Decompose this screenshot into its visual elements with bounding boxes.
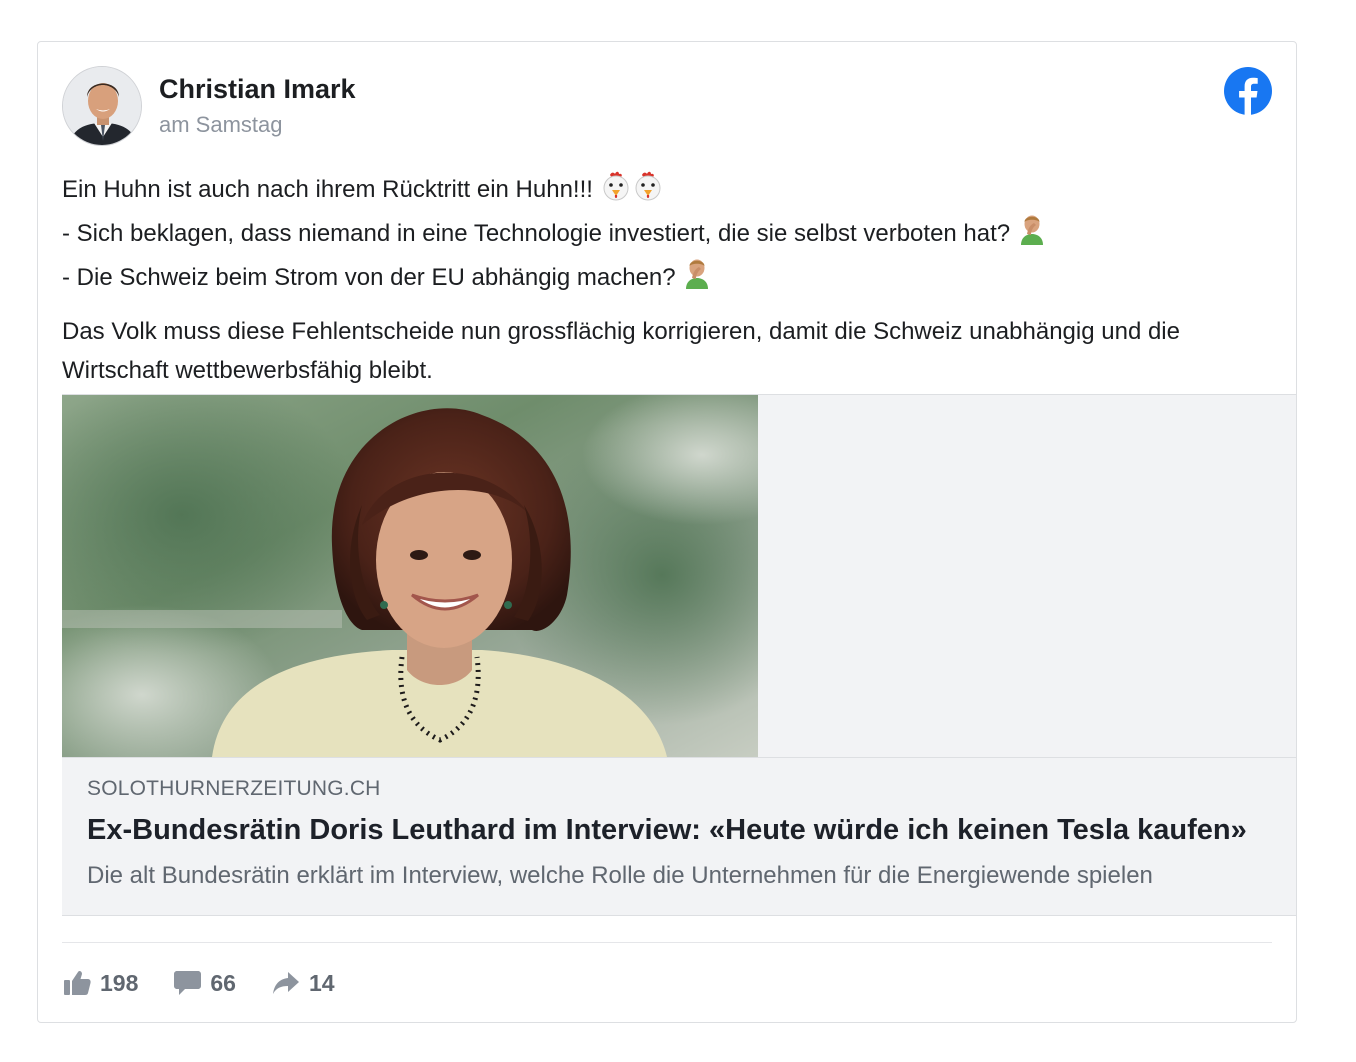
facebook-post-card: Christian Imark am Samstag Ein Huhn ist … <box>37 41 1297 1023</box>
post-line-3-text: - Die Schweiz beim Strom von der EU abhä… <box>62 264 676 291</box>
chicken-emoji-icon <box>600 171 632 213</box>
post-line-3: - Die Schweiz beim Strom von der EU abhä… <box>62 257 1274 301</box>
chicken-emoji-icon <box>632 171 664 213</box>
post-header: Christian Imark am Samstag <box>62 66 1272 148</box>
post-stats: 198 66 14 <box>63 965 371 1001</box>
portrait-photo <box>62 395 758 757</box>
avatar[interactable] <box>62 66 142 146</box>
link-domain: SOLOTHURNERZEITUNG.CH <box>87 777 381 800</box>
post-line-2-text: - Sich beklagen, dass niemand in eine Te… <box>62 220 1011 247</box>
author-name[interactable]: Christian Imark <box>159 74 356 105</box>
post-line-1-text: Ein Huhn ist auch nach ihrem Rücktritt e… <box>62 176 593 203</box>
share-count: 14 <box>308 969 335 996</box>
link-preview-meta[interactable]: SOLOTHURNERZEITUNG.CH Ex-Bundesrätin Dor… <box>62 757 1296 915</box>
like-button[interactable]: 198 <box>63 970 138 997</box>
post-line-1: Ein Huhn ist auch nach ihrem Rücktritt e… <box>62 170 1274 213</box>
link-headline[interactable]: Ex-Bundesrätin Doris Leuthard im Intervi… <box>87 814 1272 847</box>
facebook-logo-icon[interactable] <box>1224 67 1272 115</box>
share-arrow-icon <box>272 972 299 994</box>
facepalm-emoji-icon <box>682 257 712 301</box>
facepalm-emoji-icon <box>1017 213 1047 257</box>
link-preview[interactable]: SOLOTHURNERZEITUNG.CH Ex-Bundesrätin Dor… <box>62 394 1296 916</box>
thumbs-up-icon <box>64 970 91 995</box>
post-text: Ein Huhn ist auch nach ihrem Rücktritt e… <box>62 170 1274 390</box>
comment-button[interactable]: 66 <box>174 970 236 997</box>
avatar-portrait <box>63 67 141 145</box>
post-timestamp[interactable]: am Samstag <box>159 112 283 138</box>
comment-bubble-icon <box>174 971 202 995</box>
stats-divider <box>62 942 1272 943</box>
link-preview-image[interactable] <box>62 395 758 757</box>
share-button[interactable]: 14 <box>272 970 335 997</box>
comment-count: 66 <box>210 969 236 996</box>
post-line-2: - Sich beklagen, dass niemand in eine Te… <box>62 213 1274 257</box>
like-count: 198 <box>100 969 139 996</box>
post-paragraph-2: Das Volk muss diese Fehlentscheide nun g… <box>62 318 1180 384</box>
link-description: Die alt Bundesrätin erklärt im Interview… <box>87 862 1153 889</box>
